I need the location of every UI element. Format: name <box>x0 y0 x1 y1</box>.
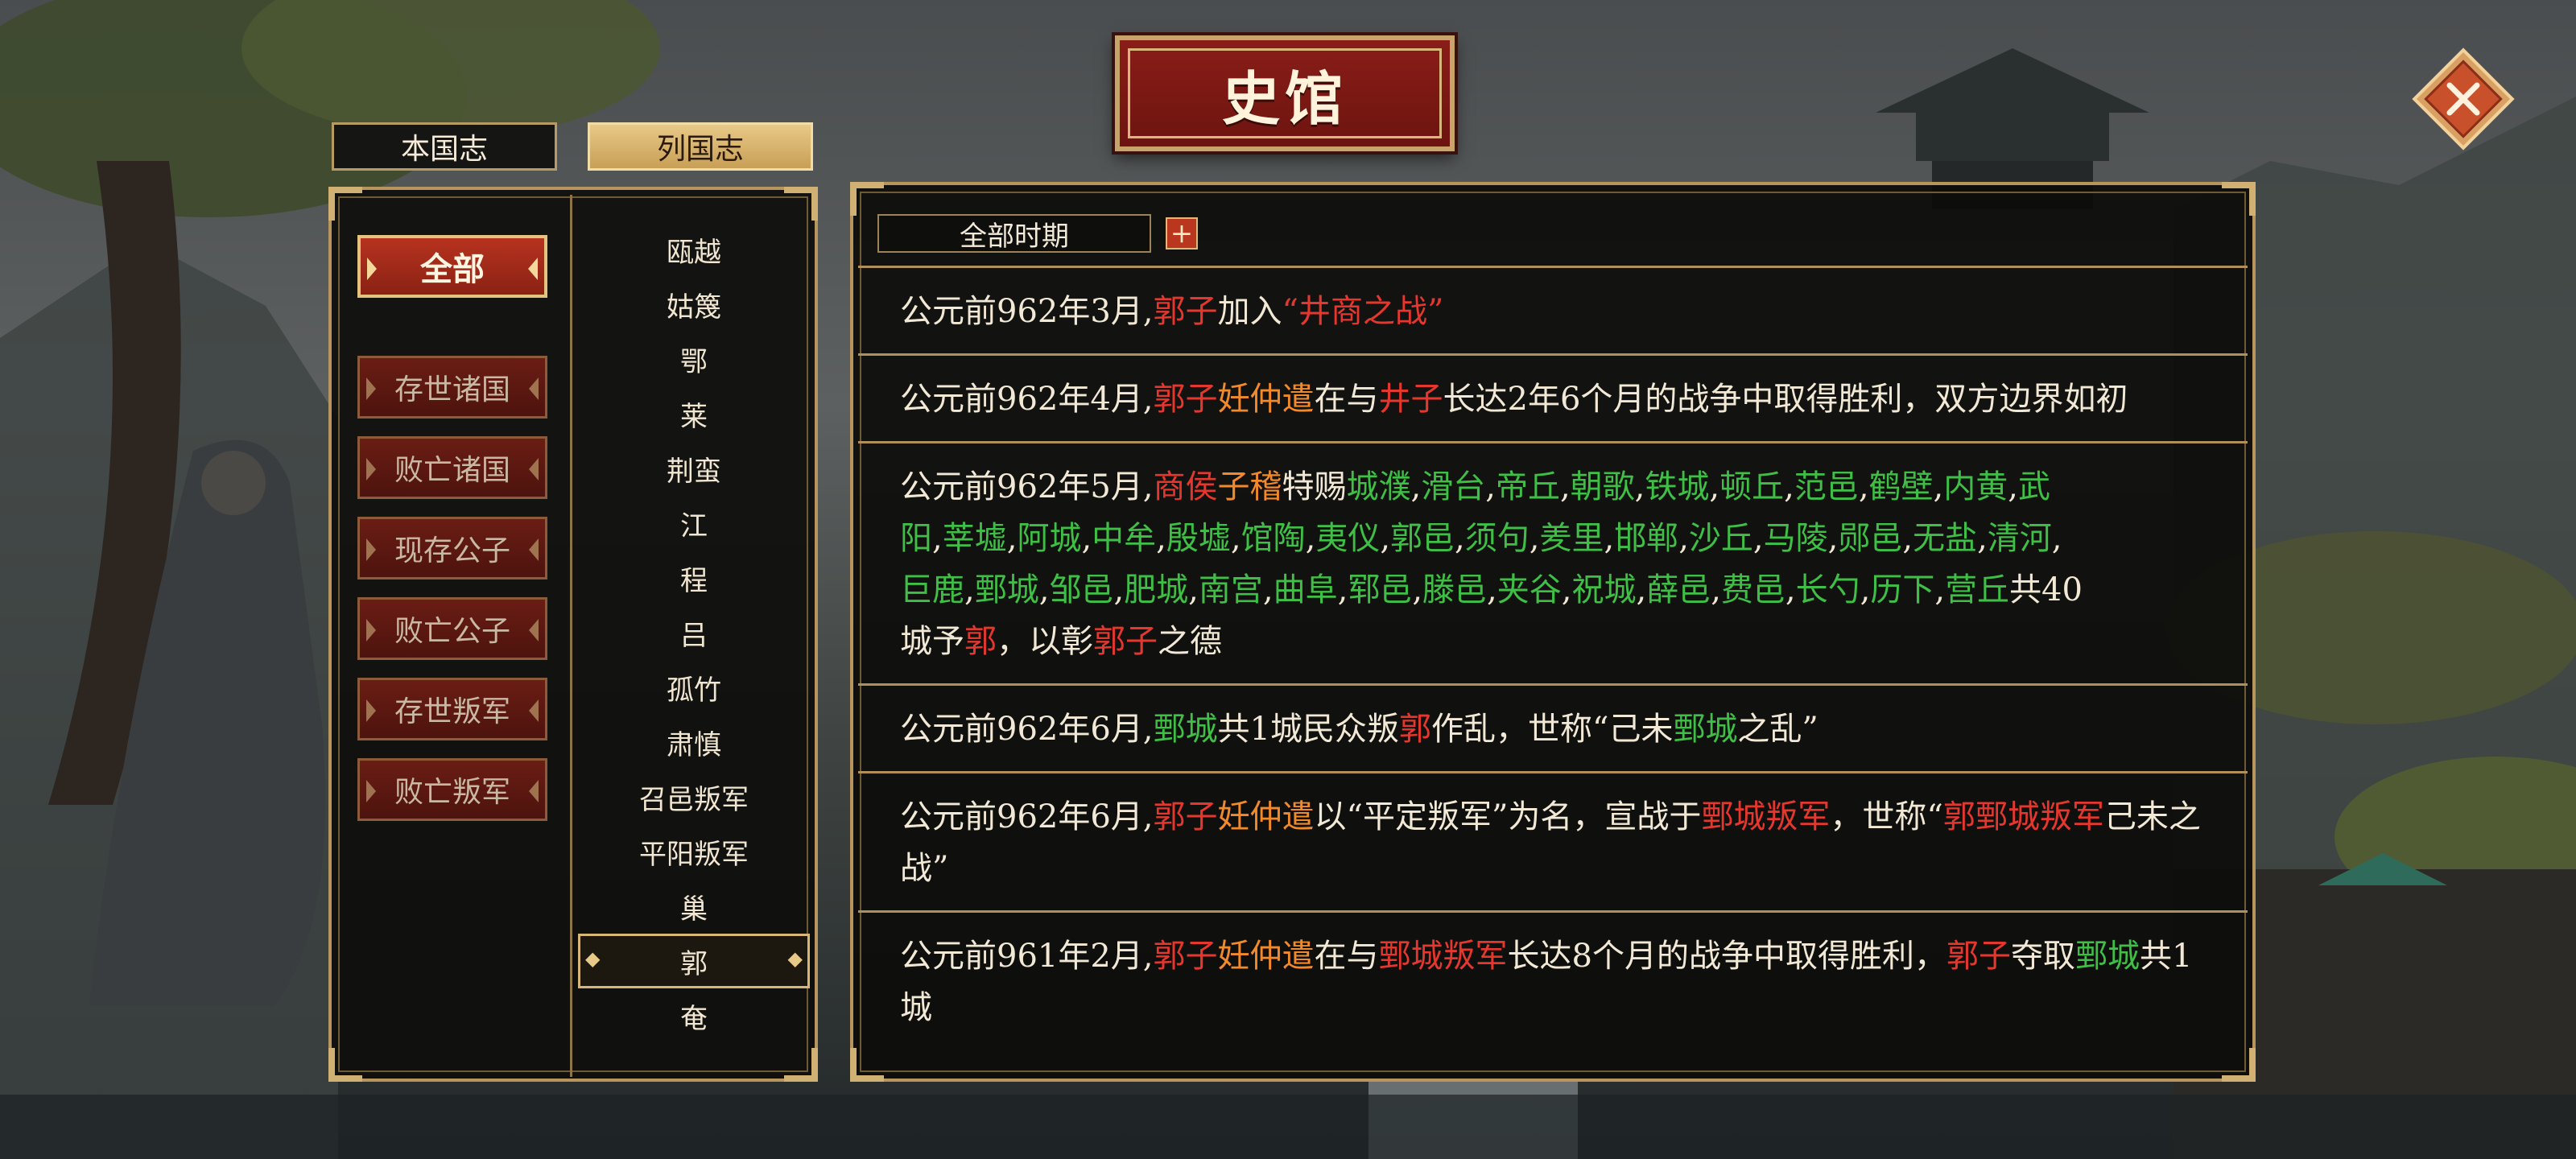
state-item[interactable]: 莱 <box>573 386 815 441</box>
expand-plus-icon[interactable]: + <box>1166 217 1198 250</box>
state-item[interactable]: 江 <box>573 496 815 551</box>
frame-corner <box>850 182 884 216</box>
frame-corner <box>328 1048 362 1082</box>
frame-corner <box>784 1048 818 1082</box>
category-surviving-states-button[interactable]: 存世诸国 <box>357 356 547 419</box>
frame-corner <box>328 187 362 221</box>
category-fallen-states-button[interactable]: 败亡诸国 <box>357 436 547 499</box>
state-item[interactable]: 奄 <box>573 988 815 1043</box>
period-filter[interactable]: 全部时期 + <box>877 212 1199 254</box>
state-item[interactable]: 巢 <box>573 879 815 934</box>
state-item[interactable]: 孤竹 <box>573 660 815 715</box>
title-plaque: 史馆 <box>1115 35 1455 151</box>
state-item[interactable]: 程 <box>573 551 815 605</box>
event-entry: 公元前962年3月,郭子加入“井商之战” <box>858 266 2248 353</box>
close-button[interactable] <box>2411 47 2516 151</box>
event-entry: 公元前962年6月,鄄城共1城民众叛郭作乱，世称“己未鄄城之乱” <box>858 683 2248 771</box>
category-living-princes-button[interactable]: 现存公子 <box>357 517 547 580</box>
category-all-button[interactable]: 全部 <box>357 235 547 298</box>
event-list: 公元前962年3月,郭子加入“井商之战” 公元前962年4月,郭子妊仲遣在与井子… <box>858 266 2248 1050</box>
state-item-selected[interactable]: 郭 <box>578 934 810 988</box>
event-entry: 公元前962年6月,郭子妊仲遣以“平定叛军”为名，宣战于鄄城叛军，世称“郭鄄城叛… <box>858 771 2248 910</box>
state-item[interactable]: 鄂 <box>573 332 815 386</box>
panel-divider <box>570 195 572 1077</box>
tab-benguozhi[interactable]: 本国志 <box>332 122 557 171</box>
frame-corner <box>784 187 818 221</box>
state-item[interactable]: 荆蛮 <box>573 441 815 496</box>
event-entry: 公元前962年5月,商侯子稽特赐城濮,滑台,帝丘,朝歌,铁城,顿丘,范邑,鹤壁,… <box>858 441 2248 683</box>
category-fallen-princes-button[interactable]: 败亡公子 <box>357 597 547 660</box>
state-item[interactable]: 肃慎 <box>573 715 815 769</box>
page-title: 史馆 <box>1221 64 1348 133</box>
state-item[interactable]: 吕 <box>573 605 815 660</box>
frame-corner <box>850 1048 884 1082</box>
event-entry: 公元前961年2月,郭子妊仲遣在与鄄城叛军长达8个月的战争中取得胜利，郭子夺取鄄… <box>858 910 2248 1050</box>
state-item[interactable]: 姑篾 <box>573 277 815 332</box>
period-label[interactable]: 全部时期 <box>877 214 1151 253</box>
category-surviving-rebels-button[interactable]: 存世叛军 <box>357 678 547 740</box>
history-panel: 全部时期 + 公元前962年3月,郭子加入“井商之战” 公元前962年4月,郭子… <box>850 182 2256 1082</box>
frame-corner <box>2222 182 2256 216</box>
category-fallen-rebels-button[interactable]: 败亡叛军 <box>357 758 547 821</box>
close-icon <box>2412 47 2515 151</box>
state-item[interactable]: 平阳叛军 <box>573 824 815 879</box>
state-item[interactable]: 瓯越 <box>573 222 815 277</box>
tab-lieguozhi[interactable]: 列国志 <box>588 122 813 171</box>
state-list: 瓯越 姑篾 鄂 莱 荆蛮 江 程 吕 孤竹 肃慎 召邑叛军 平阳叛军 巢 郭 奄 <box>573 222 815 1043</box>
event-entry: 公元前962年4月,郭子妊仲遣在与井子长达2年6个月的战争中取得胜利，双方边界如… <box>858 353 2248 441</box>
state-item[interactable]: 召邑叛军 <box>573 769 815 824</box>
filter-panel: 全部 存世诸国 败亡诸国 现存公子 败亡公子 存世叛军 败亡叛军 瓯越 姑篾 鄂… <box>328 187 818 1082</box>
frame-corner <box>2222 1048 2256 1082</box>
